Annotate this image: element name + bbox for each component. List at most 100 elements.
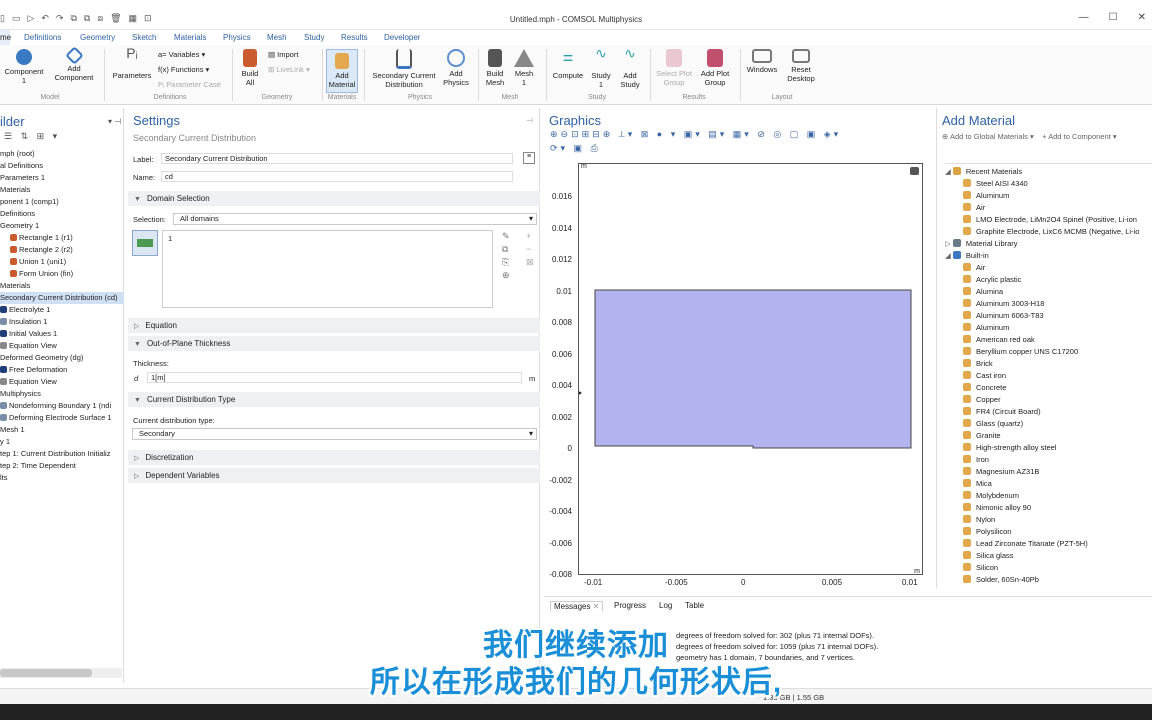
material-item[interactable]: Nimonic alloy 90	[945, 502, 1152, 514]
tab-sketch[interactable]: Sketch	[132, 30, 156, 45]
tree-item[interactable]: tep 2: Time Dependent	[0, 460, 124, 472]
cdt-dropdown[interactable]: Secondary	[132, 428, 537, 440]
material-item[interactable]: Brick	[945, 358, 1152, 370]
tree-item[interactable]: Equation View	[0, 376, 124, 388]
expand-icon[interactable]: ▷	[945, 239, 953, 248]
tab-study[interactable]: Study	[304, 30, 324, 45]
tab-results[interactable]: Results	[341, 30, 368, 45]
tree-item[interactable]: Insulation 1	[0, 316, 124, 328]
tab-physics[interactable]: Physics	[223, 30, 251, 45]
material-item[interactable]: Granite	[945, 430, 1152, 442]
discretization-section[interactable]: ▷ Discretization	[128, 450, 540, 465]
material-item[interactable]: Silicon	[945, 562, 1152, 574]
functions-button[interactable]: f(x) Functions ▾	[158, 65, 209, 74]
material-item[interactable]: Air	[945, 262, 1152, 274]
study1-button[interactable]: ∿ Study 1	[588, 46, 614, 89]
tree-item[interactable]: Rectangle 1 (r1)	[0, 232, 124, 244]
settings-pin-icon[interactable]: ⊣	[526, 116, 533, 125]
graphics-canvas[interactable]: m m	[577, 163, 923, 575]
material-item[interactable]: Aluminum	[945, 190, 1152, 202]
selection-dropdown[interactable]: All domains	[173, 213, 537, 225]
tree-item[interactable]: al Definitions	[0, 160, 124, 172]
tree-item[interactable]: Form Union (fin)	[0, 268, 124, 280]
thickness-input[interactable]: 1[m]	[147, 372, 522, 383]
build-mesh-button[interactable]: Build Mesh	[482, 49, 508, 87]
tree-item[interactable]: Geometry 1	[0, 220, 124, 232]
add-to-global-button[interactable]: ⊕ Add to Global Materials ▾	[942, 132, 1034, 141]
mesh1-button[interactable]: Mesh 1	[510, 49, 538, 87]
windows-button[interactable]: Windows	[744, 49, 780, 74]
graphics-toolbar[interactable]: ⊕⊖⊡⊞⊟⊕ ⟂▾ ⊠ ● ▾ ▣▾ ▤▾ ▦▾ ⊘ ◎ ▢ ▣ ◈▾	[550, 129, 841, 140]
maximize-icon[interactable]: ☐	[1109, 12, 1118, 23]
tab-mesh[interactable]: Mesh	[267, 30, 287, 45]
material-item[interactable]: Air	[945, 202, 1152, 214]
material-item[interactable]: Solder, 60Sn-40Pb	[945, 574, 1152, 586]
tree-item[interactable]: lts	[0, 472, 124, 484]
builder-toolbar[interactable]: ☰ ⇅ ⊞ ▾	[4, 131, 60, 142]
material-item[interactable]: Mica	[945, 478, 1152, 490]
material-item[interactable]: Concrete	[945, 382, 1152, 394]
tree-item[interactable]: Initial Values 1	[0, 328, 124, 340]
tab-developer[interactable]: Developer	[384, 30, 420, 45]
tab-table[interactable]: Table	[682, 601, 707, 610]
graphics-toolbar-2[interactable]: ⟳▾ ▣ ⎙	[550, 143, 601, 154]
selection-tools-right[interactable]: + − ⊠	[526, 230, 534, 269]
tree-item[interactable]: ponent 1 (comp1)	[0, 196, 124, 208]
tree-item[interactable]: Materials	[0, 280, 124, 292]
add-study-button[interactable]: ∿ Add Study	[617, 46, 643, 89]
reset-label-icon[interactable]: ≡	[523, 152, 535, 164]
material-item[interactable]: Cast iron	[945, 370, 1152, 382]
tab-definitions[interactable]: Definitions	[24, 30, 61, 45]
name-input[interactable]: cd	[161, 171, 513, 182]
material-item[interactable]: FR4 (Circuit Board)	[945, 406, 1152, 418]
thickness-section[interactable]: ▼ Out-of-Plane Thickness	[128, 336, 540, 351]
minimize-icon[interactable]: —	[1079, 12, 1089, 23]
tree-item[interactable]: Free Deformation	[0, 364, 124, 376]
tree-item[interactable]: y 1	[0, 436, 124, 448]
domain-selection-section[interactable]: ▼ Domain Selection	[128, 191, 540, 206]
parameter-case-button[interactable]: Pᵢ Parameter Case	[158, 80, 221, 89]
selection-list[interactable]: 1	[162, 230, 493, 308]
import-button[interactable]: ▤ Import	[268, 50, 298, 59]
add-material-button[interactable]: Add Material	[326, 49, 358, 93]
material-item[interactable]: Aluminum	[945, 322, 1152, 334]
close-icon[interactable]: ✕	[1138, 12, 1146, 23]
tree-item[interactable]: Secondary Current Distribution (cd)	[0, 292, 124, 304]
material-item[interactable]: LMO Electrode, LiMn2O4 Spinel (Positive,…	[945, 214, 1152, 226]
equation-section[interactable]: ▷ Equation	[128, 318, 540, 333]
expand-icon[interactable]: ◢	[945, 251, 953, 260]
material-item[interactable]: Lead Zirconate Titanate (PZT-5H)	[945, 538, 1152, 550]
tab-home[interactable]: me	[0, 30, 11, 45]
add-component-button[interactable]: Add Component	[50, 46, 98, 82]
selection-tools-left[interactable]: ✎ ⧉ ⎘ ⊕	[502, 230, 510, 282]
reset-desktop-button[interactable]: Reset Desktop	[783, 49, 819, 83]
material-item[interactable]: Molybdenum	[945, 490, 1152, 502]
dependent-variables-section[interactable]: ▷ Dependent Variables	[128, 468, 540, 483]
material-item[interactable]: Copper	[945, 394, 1152, 406]
parameters-button[interactable]: Pᵢ Parameters	[110, 46, 154, 80]
build-all-button[interactable]: Build All	[237, 49, 263, 87]
material-folder[interactable]: ◢ Built-in	[945, 250, 1152, 262]
tree-item[interactable]: tep 1: Current Distribution Initializ	[0, 448, 124, 460]
material-folder[interactable]: ◢ Recent Materials	[945, 166, 1152, 178]
view-cube-icon[interactable]	[910, 167, 919, 175]
material-folder[interactable]: ▷ Material Library	[945, 238, 1152, 250]
material-item[interactable]: Steel AISI 4340	[945, 178, 1152, 190]
tree-item[interactable]: mph (root)	[0, 148, 124, 160]
material-item[interactable]: Glass (quartz)	[945, 418, 1152, 430]
label-input[interactable]: Secondary Current Distribution	[161, 153, 513, 164]
active-selection-toggle[interactable]	[132, 230, 158, 256]
material-item[interactable]: Nylon	[945, 514, 1152, 526]
tree-item[interactable]: Equation View	[0, 340, 124, 352]
panel-menu-icon[interactable]: ▾ ⊣	[108, 117, 121, 126]
tab-geometry[interactable]: Geometry	[80, 30, 115, 45]
material-item[interactable]: Beryllium copper UNS C17200	[945, 346, 1152, 358]
material-item[interactable]: Iron	[945, 454, 1152, 466]
current-distribution-type-section[interactable]: ▼ Current Distribution Type	[128, 392, 540, 407]
material-item[interactable]: Silica glass	[945, 550, 1152, 562]
tree-item[interactable]: Electrolyte 1	[0, 304, 124, 316]
tree-item[interactable]: Definitions	[0, 208, 124, 220]
material-item[interactable]: Magnesium AZ31B	[945, 466, 1152, 478]
secondary-current-button[interactable]: Secondary Current Distribution	[368, 49, 440, 89]
material-item[interactable]: High-strength alloy steel	[945, 442, 1152, 454]
